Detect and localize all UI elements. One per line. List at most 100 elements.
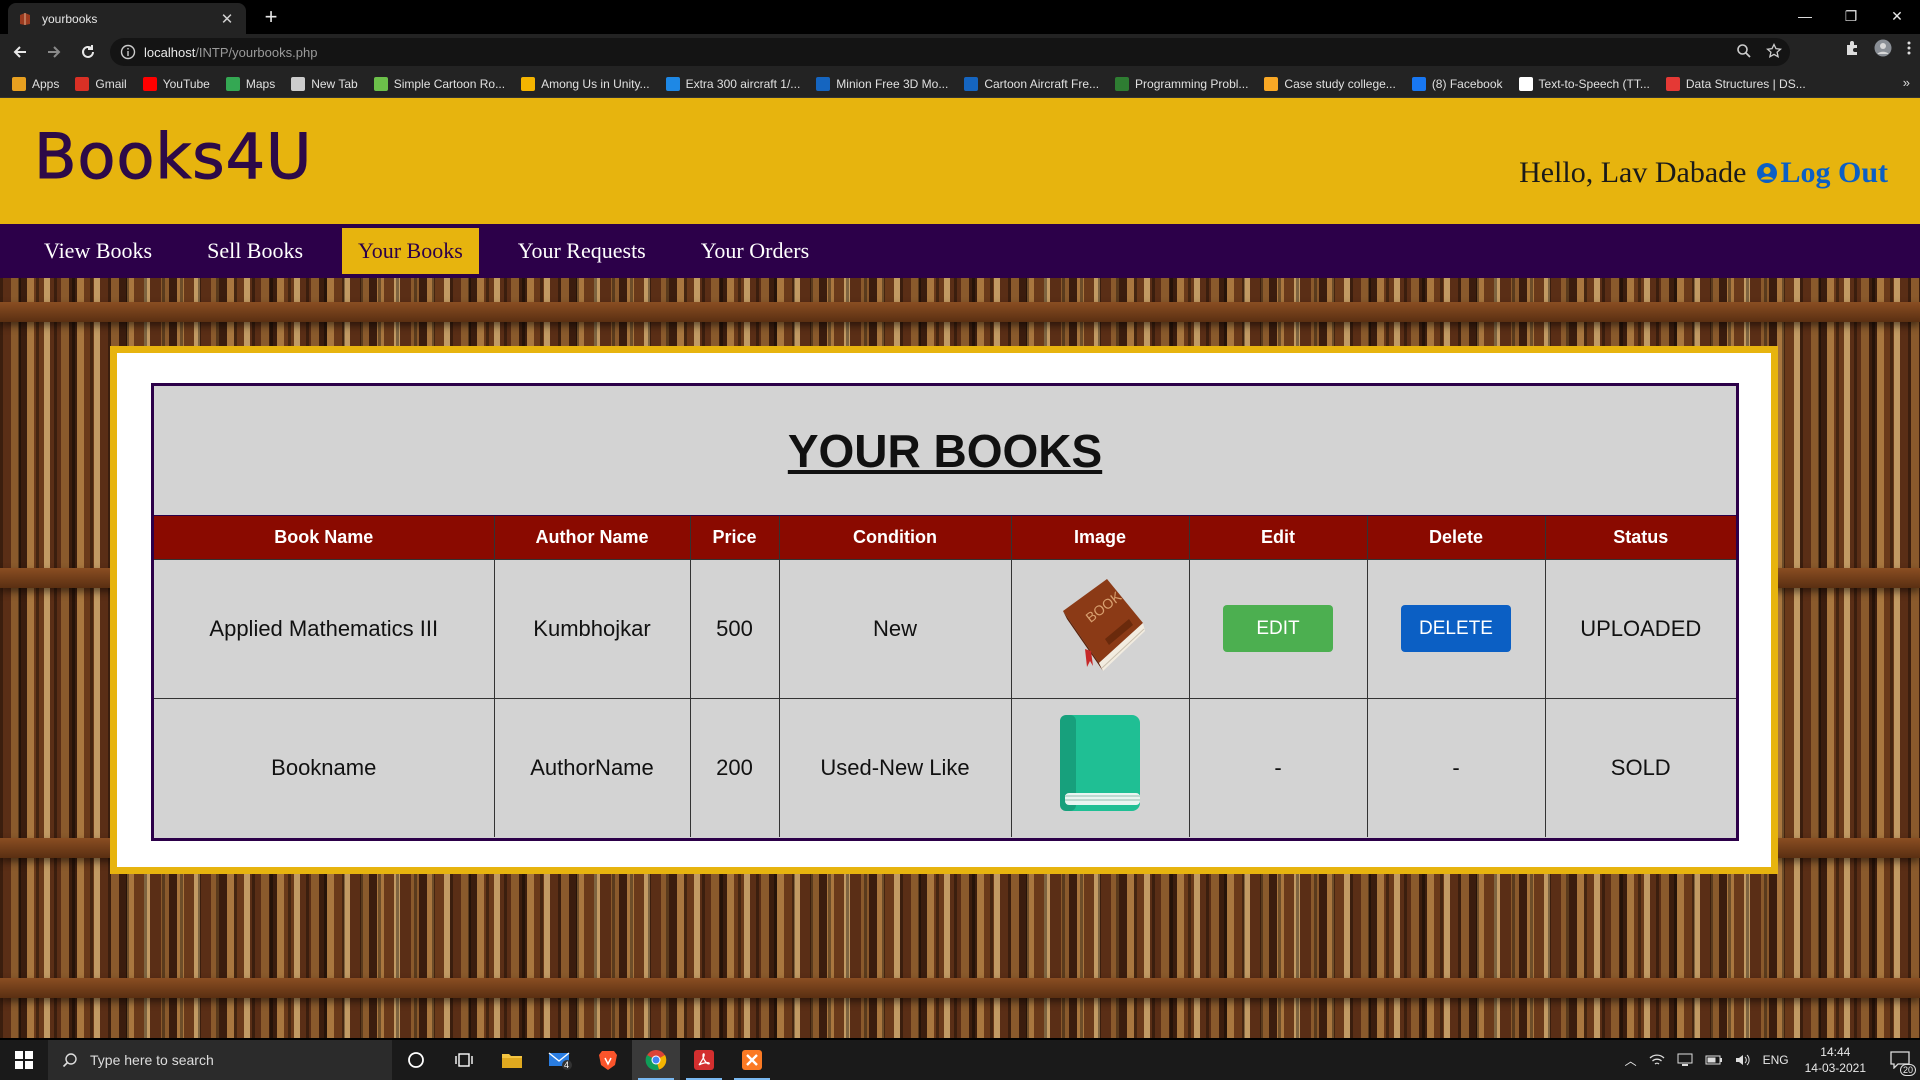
bookmarks-bar: Apps Gmail YouTube Maps New Tab Simple Cartoo…: [0, 70, 1920, 98]
address-bar[interactable]: localhost/INTP/yourbooks.php: [110, 38, 1790, 66]
books-table-container: YOUR BOOKS Book Name Author Name Price Cond…: [151, 383, 1739, 841]
cell-image: BOOK: [1011, 558, 1190, 698]
back-button[interactable]: [6, 38, 34, 66]
show-hidden-icons-chevron-icon[interactable]: ︿: [1625, 1052, 1637, 1069]
cell-author: AuthorName: [494, 697, 691, 837]
mail-badge: 4: [564, 1060, 570, 1070]
bookmark-item[interactable]: Data Structures | DS...: [1665, 76, 1806, 91]
user-greeting: Hello, Lav Dabade: [1519, 156, 1747, 189]
task-view-button[interactable]: [440, 1040, 488, 1080]
bookmark-item[interactable]: Text-to-Speech (TT...: [1518, 76, 1650, 91]
column-header: Image: [1011, 516, 1190, 559]
tts-icon: [1518, 76, 1533, 91]
xampp-button[interactable]: [728, 1040, 776, 1080]
chrome-button[interactable]: [632, 1040, 680, 1080]
file-explorer-button[interactable]: [488, 1040, 536, 1080]
notification-count: 20: [1899, 1064, 1916, 1076]
delete-button[interactable]: DELETE: [1401, 605, 1511, 652]
bookmark-star-icon[interactable]: [1766, 43, 1782, 59]
nav-item-view-books[interactable]: View Books: [28, 228, 168, 274]
acrobat-pdf-icon: [694, 1050, 714, 1070]
bookmark-item[interactable]: Case study college...: [1264, 76, 1396, 91]
multicolor-icon: [521, 76, 536, 91]
nav-item-sell-books[interactable]: Sell Books: [191, 228, 319, 274]
bookmark-item[interactable]: Maps: [225, 76, 275, 91]
bookmark-item[interactable]: (8) Facebook: [1411, 76, 1503, 91]
browser-tab[interactable]: yourbooks ✕: [8, 3, 246, 34]
apps-grid-icon: [12, 76, 26, 91]
site-header: Books4U Hello, Lav Dabade Log Out: [0, 98, 1920, 224]
site-info-icon[interactable]: [120, 44, 136, 60]
tab-close-icon[interactable]: ✕: [218, 10, 236, 28]
bookmark-item[interactable]: Cartoon Aircraft Fre...: [964, 76, 1099, 91]
cell-delete: DELETE: [1367, 558, 1546, 698]
table-title: YOUR BOOKS: [787, 424, 1103, 477]
acrobat-button[interactable]: [680, 1040, 728, 1080]
brave-lion-icon: [599, 1051, 617, 1070]
green-book-icon: [1060, 714, 1140, 811]
xampp-icon: [742, 1050, 762, 1070]
start-button[interactable]: [0, 1040, 48, 1080]
forward-button[interactable]: [40, 38, 68, 66]
3d-icon: [964, 76, 979, 91]
circle-icon: [665, 76, 680, 91]
menu-kebab-icon[interactable]: [1906, 40, 1912, 56]
column-header: Price: [690, 516, 780, 559]
unity-icon: [373, 76, 388, 91]
profile-avatar-icon[interactable]: [1874, 39, 1892, 57]
taskbar-search[interactable]: Type here to search: [48, 1040, 392, 1080]
chrome-icon: [645, 1050, 667, 1071]
edit-button[interactable]: EDIT: [1223, 605, 1333, 652]
url-path: /INTP/yourbooks.php: [195, 44, 318, 60]
3d-icon: [816, 76, 831, 91]
bookmark-item[interactable]: Gmail: [75, 76, 127, 91]
bookmark-item[interactable]: Among Us in Unity...: [521, 76, 650, 91]
bookmark-label: Extra 300 aircraft 1/...: [685, 76, 801, 91]
cell-book-name: Applied Mathematics III: [154, 558, 495, 698]
windows-logo-icon: [15, 1051, 33, 1069]
restore-button[interactable]: ❐: [1828, 0, 1874, 32]
nav-item-your-books[interactable]: Your Books: [342, 228, 479, 274]
tab-title: yourbooks: [42, 11, 98, 26]
bookmark-item[interactable]: Minion Free 3D Mo...: [816, 76, 949, 91]
wifi-icon[interactable]: [1649, 1053, 1665, 1067]
clock[interactable]: 14:44 14-03-2021: [1805, 1044, 1866, 1076]
bookmark-label: Minion Free 3D Mo...: [836, 76, 949, 91]
bookmark-label: Apps: [32, 76, 60, 91]
battery-icon[interactable]: [1705, 1054, 1723, 1066]
language-indicator[interactable]: ENG: [1763, 1053, 1789, 1067]
cell-delete: -: [1367, 697, 1546, 837]
cortana-button[interactable]: [392, 1040, 440, 1080]
cell-price: 200: [690, 697, 780, 837]
web-page: Books4U Hello, Lav Dabade Log Out View B…: [0, 98, 1920, 1038]
close-window-button[interactable]: ✕: [1874, 0, 1920, 32]
logout-link[interactable]: Log Out: [1780, 156, 1888, 190]
nav-item-your-orders[interactable]: Your Orders: [685, 228, 825, 274]
zoom-icon[interactable]: [1736, 43, 1752, 59]
bookmark-item[interactable]: Apps: [12, 76, 60, 91]
bookmark-item[interactable]: New Tab: [291, 76, 358, 91]
extensions-puzzle-icon[interactable]: [1844, 40, 1860, 56]
bookmark-item[interactable]: Programming Probl...: [1115, 76, 1248, 91]
volume-icon[interactable]: [1735, 1053, 1751, 1067]
new-tab-button[interactable]: +: [258, 4, 284, 30]
back-arrow-icon: [13, 46, 26, 58]
action-center-button[interactable]: 20: [1880, 1040, 1920, 1080]
bookmarks-overflow-chevron-icon[interactable]: »: [1903, 75, 1910, 90]
reload-button[interactable]: [74, 38, 102, 66]
brave-button[interactable]: [584, 1040, 632, 1080]
youtube-icon: [142, 76, 157, 91]
search-icon: [62, 1053, 77, 1068]
mail-button[interactable]: 4: [536, 1040, 584, 1080]
bookmark-item[interactable]: Extra 300 aircraft 1/...: [665, 76, 801, 91]
bookmark-item[interactable]: YouTube: [142, 76, 210, 91]
nav-item-your-requests[interactable]: Your Requests: [502, 228, 662, 274]
content-panel: YOUR BOOKS Book Name Author Name Price Cond…: [110, 346, 1778, 874]
minimize-button[interactable]: —: [1782, 0, 1828, 32]
site-logo[interactable]: Books4U: [33, 120, 312, 194]
bookmark-item[interactable]: Simple Cartoon Ro...: [373, 76, 505, 91]
cell-edit: EDIT: [1189, 558, 1368, 698]
network-monitor-icon[interactable]: [1677, 1053, 1693, 1067]
system-tray: ︿ ENG 14:44 14-03-2021 20: [1619, 1040, 1920, 1080]
gg-icon: [1115, 76, 1130, 91]
